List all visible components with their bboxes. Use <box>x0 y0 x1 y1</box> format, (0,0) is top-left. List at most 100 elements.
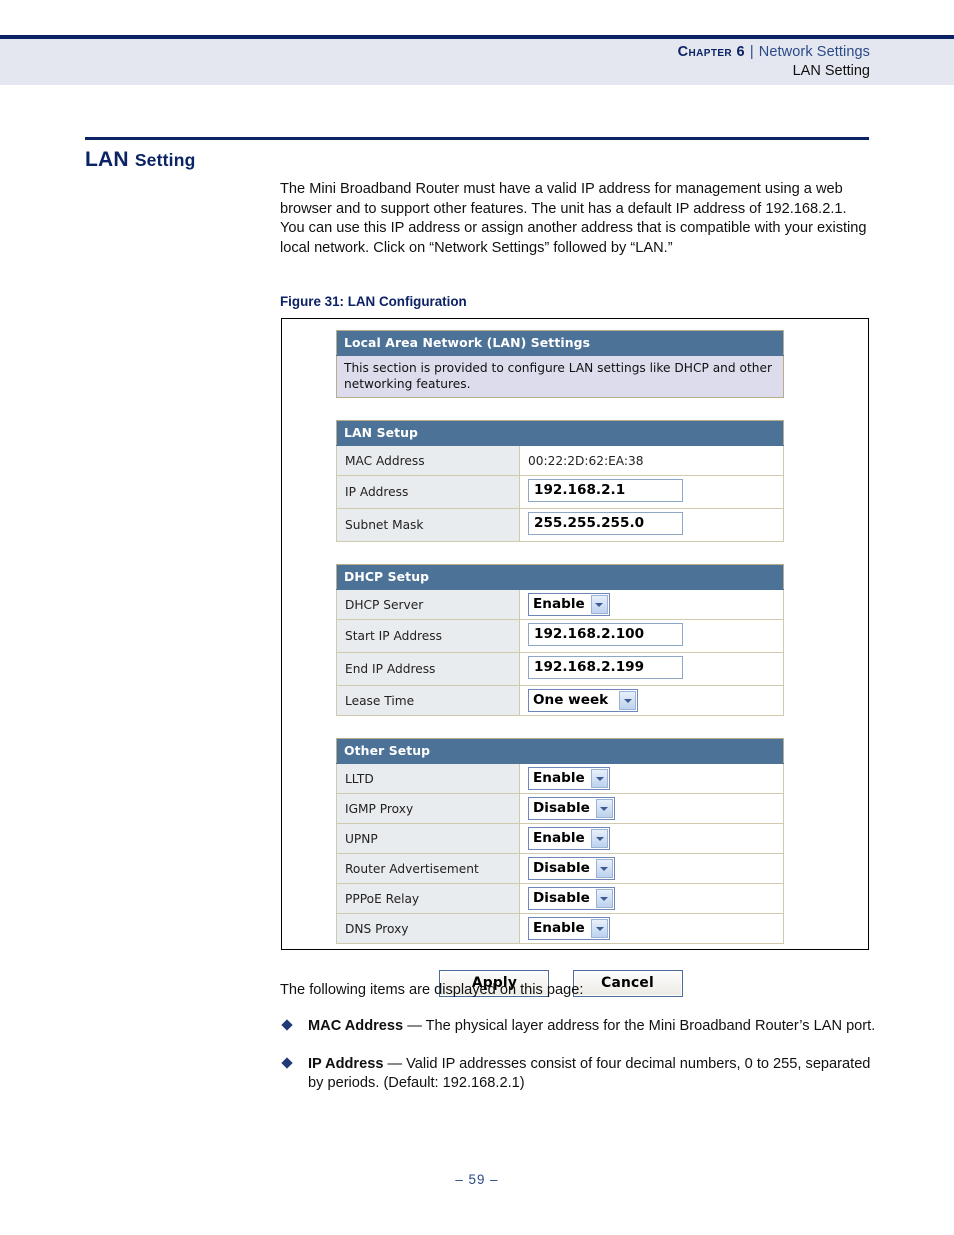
lan-settings-intro-panel: Local Area Network (LAN) Settings This s… <box>336 330 784 398</box>
start-ip-address-input[interactable]: 192.168.2.100 <box>528 623 683 646</box>
header-section-label: Network Settings <box>758 44 870 60</box>
router-advertisement-label: Router Advertisement <box>336 853 520 884</box>
dhcp-server-cell: Enable <box>519 589 784 620</box>
chevron-down-icon[interactable] <box>591 829 608 848</box>
dhcp-server-selected-value: Enable <box>533 596 585 612</box>
table-row: UPNP Enable <box>336 823 784 854</box>
lltd-select[interactable]: Enable <box>528 767 610 790</box>
end-ip-address-cell: 192.168.2.199 <box>519 652 784 686</box>
header-breadcrumb: Chapter 6 | Network Settings <box>678 44 870 60</box>
chevron-down-icon[interactable] <box>591 919 608 938</box>
end-ip-address-input[interactable]: 192.168.2.199 <box>528 656 683 679</box>
figure-frame: Local Area Network (LAN) Settings This s… <box>281 318 869 997</box>
lan-setup-bar: LAN Setup <box>336 420 784 446</box>
intro-block: The Mini Broadband Router must have a va… <box>280 180 872 258</box>
items-block: The following items are displayed on thi… <box>280 982 876 1112</box>
lease-time-cell: One week <box>519 685 784 716</box>
table-row: Subnet Mask 255.255.255.0 <box>336 508 784 542</box>
lan-setup-table: LAN Setup MAC Address 00:22:2D:62:EA:38 … <box>336 420 784 542</box>
other-setup-bar: Other Setup <box>336 738 784 764</box>
list-item-dash: — <box>383 1055 407 1072</box>
list-item-dash: — <box>403 1018 426 1034</box>
ip-address-label: IP Address <box>336 475 520 509</box>
diamond-bullet-icon <box>281 1056 293 1069</box>
table-row: DNS Proxy Enable <box>336 913 784 944</box>
heading-rule <box>85 137 869 140</box>
table-row: DHCP Server Enable <box>336 589 784 620</box>
upnp-label: UPNP <box>336 823 520 854</box>
end-ip-address-label: End IP Address <box>336 652 520 686</box>
figure-caption: Figure 31: LAN Configuration <box>280 294 467 309</box>
subnet-mask-input[interactable]: 255.255.255.0 <box>528 512 683 535</box>
dhcp-server-label: DHCP Server <box>336 589 520 620</box>
lltd-selected-value: Enable <box>533 770 585 786</box>
upnp-selected-value: Enable <box>533 830 585 846</box>
table-row: IP Address 192.168.2.1 <box>336 475 784 509</box>
chevron-down-icon[interactable] <box>595 799 613 818</box>
ip-address-input[interactable]: 192.168.2.1 <box>528 479 683 502</box>
igmp-proxy-select[interactable]: Disable <box>528 797 615 820</box>
start-ip-address-label: Start IP Address <box>336 619 520 653</box>
list-item-text: IP Address — Valid IP addresses consist … <box>308 1055 876 1094</box>
table-row: IGMP Proxy Disable <box>336 793 784 824</box>
table-row: Lease Time One week <box>336 685 784 716</box>
page-title: LAN Setting <box>85 148 196 172</box>
dns-proxy-select[interactable]: Enable <box>528 917 610 940</box>
dns-proxy-cell: Enable <box>519 913 784 944</box>
panel-title-bar: Local Area Network (LAN) Settings <box>336 330 784 356</box>
list-item-text: MAC Address — The physical layer address… <box>308 1017 876 1037</box>
router-advertisement-cell: Disable <box>519 853 784 884</box>
router-config-screenshot: Local Area Network (LAN) Settings This s… <box>336 330 784 997</box>
diamond-bullet-icon <box>281 1019 293 1031</box>
dhcp-setup-table: DHCP Setup DHCP Server Enable Start IP A… <box>336 564 784 716</box>
dns-proxy-selected-value: Enable <box>533 920 585 936</box>
table-row: End IP Address 192.168.2.199 <box>336 652 784 686</box>
table-row: Start IP Address 192.168.2.100 <box>336 619 784 653</box>
chevron-down-icon[interactable] <box>619 691 636 710</box>
dhcp-setup-bar: DHCP Setup <box>336 564 784 590</box>
ip-address-cell: 192.168.2.1 <box>519 475 784 509</box>
items-lead-text: The following items are displayed on thi… <box>280 982 584 998</box>
chevron-down-icon[interactable] <box>595 889 613 908</box>
igmp-proxy-selected-value: Disable <box>533 800 590 816</box>
router-advertisement-select[interactable]: Disable <box>528 857 615 880</box>
upnp-select[interactable]: Enable <box>528 827 610 850</box>
upnp-cell: Enable <box>519 823 784 854</box>
table-row: Router Advertisement Disable <box>336 853 784 884</box>
chevron-down-icon[interactable] <box>595 859 613 878</box>
page-number: – 59 – <box>455 1172 499 1187</box>
mac-address-value: 00:22:2D:62:EA:38 <box>519 445 784 476</box>
table-row: MAC Address 00:22:2D:62:EA:38 <box>336 445 784 476</box>
router-advertisement-selected-value: Disable <box>533 860 590 876</box>
panel-spacer <box>336 542 784 564</box>
dhcp-server-select[interactable]: Enable <box>528 593 610 616</box>
lease-time-select[interactable]: One week <box>528 689 638 712</box>
page-title-smallcaps: Setting <box>134 150 196 170</box>
subnet-mask-label: Subnet Mask <box>336 508 520 542</box>
table-row: LLTD Enable <box>336 763 784 794</box>
header-chapter-label: Chapter 6 <box>677 44 745 60</box>
lease-time-selected-value: One week <box>533 692 609 708</box>
chevron-down-icon[interactable] <box>591 769 608 788</box>
mac-address-label: MAC Address <box>336 445 520 476</box>
table-row: PPPoE Relay Disable <box>336 883 784 914</box>
pppoe-relay-select[interactable]: Disable <box>528 887 615 910</box>
subnet-mask-cell: 255.255.255.0 <box>519 508 784 542</box>
igmp-proxy-cell: Disable <box>519 793 784 824</box>
dns-proxy-label: DNS Proxy <box>336 913 520 944</box>
start-ip-address-cell: 192.168.2.100 <box>519 619 784 653</box>
list-item-description: The physical layer address for the Mini … <box>425 1018 876 1034</box>
lltd-cell: Enable <box>519 763 784 794</box>
pppoe-relay-cell: Disable <box>519 883 784 914</box>
lease-time-label: Lease Time <box>336 685 520 716</box>
list-item: IP Address — Valid IP addresses consist … <box>280 1055 876 1094</box>
header-separator: | <box>749 44 754 60</box>
pppoe-relay-selected-value: Disable <box>533 890 590 906</box>
panel-spacer <box>336 716 784 738</box>
panel-spacer <box>336 398 784 420</box>
lltd-label: LLTD <box>336 763 520 794</box>
igmp-proxy-label: IGMP Proxy <box>336 793 520 824</box>
header-subsection-label: LAN Setting <box>792 63 870 79</box>
chevron-down-icon[interactable] <box>590 595 608 614</box>
page-title-main: LAN <box>85 148 129 171</box>
